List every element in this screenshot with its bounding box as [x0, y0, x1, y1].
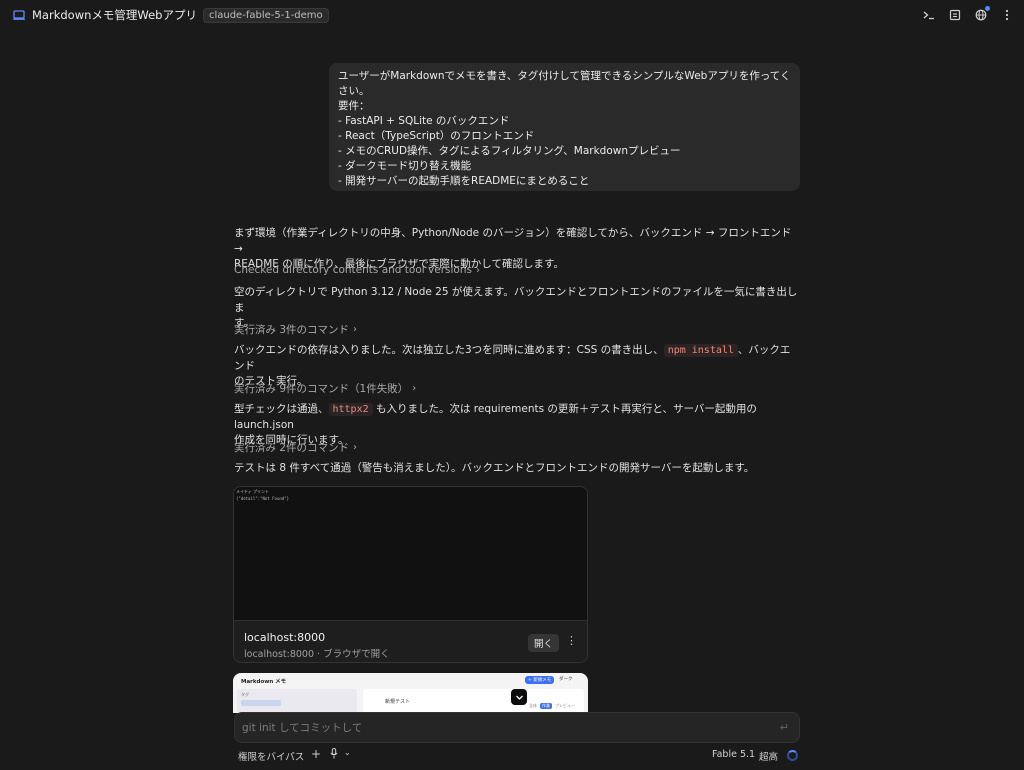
- user-message: ユーザーがMarkdownでメモを書き、タグ付けして管理できるシンプルなWebア…: [329, 63, 800, 191]
- preview-tab-label: メイティ プリント: [236, 489, 269, 494]
- user-message-line: - ダークモード切り替え機能: [338, 160, 472, 172]
- user-message-line: 要件：: [338, 100, 370, 112]
- tool-summary-9-commands[interactable]: 実行済み 9件のコマンド（1件失敗） ›: [234, 381, 416, 396]
- main-title: 新規テスト: [385, 699, 411, 705]
- chip: 全体: [529, 703, 537, 708]
- paragraph-line: まず環境（作業ディレクトリの中身、Python/Node のバージョン）を確認し…: [234, 227, 792, 255]
- sidebar-label: タグ: [241, 692, 249, 697]
- text-span: 型チェックは通過、: [234, 403, 329, 415]
- browser-preview-card[interactable]: メイティ プリント {"detail":"Not Found"} localho…: [233, 486, 588, 663]
- chevron-right-icon: ›: [412, 383, 417, 394]
- permission-mode-button[interactable]: 権限をバイパス: [238, 749, 304, 763]
- page-title: Markdownメモ管理Webアプリ: [32, 8, 197, 22]
- text-span: バックエンドの依存は入りました。次は独立した3つを同時に進めます：CSS の書き…: [234, 344, 664, 356]
- preview-subtitle[interactable]: localhost:8000 · ブラウザで開く: [244, 646, 390, 660]
- assistant-paragraph: テストは 8 件すべて通過（警告も消えました）。バックエンドとフロントエンドの開…: [234, 461, 800, 477]
- chevron-right-icon: ›: [353, 324, 358, 335]
- tool-summary-label: 実行済み 3件のコマンド: [234, 324, 350, 336]
- composer-toolbar: 権限をバイパス + ⌄ Fable 5.1 超高: [234, 747, 800, 764]
- more-icon[interactable]: [1000, 8, 1014, 22]
- prompt-input[interactable]: [235, 713, 765, 742]
- preview-footer: localhost:8000 localhost:8000 · ブラウザで開く …: [234, 620, 587, 662]
- tool-summary-label: Checked directory contents and tool vers…: [234, 264, 472, 276]
- inline-code: npm install: [663, 344, 738, 357]
- loading-spinner-icon: [787, 750, 798, 761]
- user-message-line: - 開発サーバーの起動手順をREADMEにまとめること: [338, 175, 590, 187]
- user-message-line: - メモのCRUD操作、タグによるフィルタリング、Markdownプレビュー: [338, 145, 681, 157]
- tool-summary-label: 実行済み 2件のコマンド: [234, 442, 350, 454]
- user-message-line: さい。: [338, 85, 370, 97]
- globe-icon[interactable]: [974, 6, 990, 22]
- model-selector[interactable]: Fable 5.1: [712, 749, 755, 760]
- new-memo-button: + 新規メモ: [525, 676, 555, 684]
- paragraph-line: テストは 8 件すべて通過（警告も消えました）。バックエンドとフロントエンドの開…: [234, 462, 755, 474]
- browser-preview-card-2[interactable]: Markdown メモ + 新規メモ ダーク タグ 新規テスト 全体 作業 プレ…: [233, 673, 588, 713]
- tool-summary-2-commands[interactable]: 実行済み 2件のコマンド ›: [234, 440, 357, 455]
- inline-code: httpx2: [328, 403, 373, 416]
- tool-summary-label: 実行済み 9件のコマンド（1件失敗）: [234, 383, 409, 395]
- enter-icon[interactable]: ↵: [780, 721, 789, 734]
- paragraph-line: バックエンドの依存は入りました。次は独立した3つを同時に進めます：CSS の書き…: [234, 343, 800, 374]
- chevron-down-icon[interactable]: ⌄: [344, 748, 351, 757]
- plus-icon[interactable]: +: [311, 747, 321, 761]
- notification-dot: [985, 6, 990, 11]
- preview-main: 新規テスト 全体 作業 プレビュー: [363, 689, 584, 713]
- top-bar: Markdownメモ管理Webアプリ claude-fable-5-1-demo: [0, 0, 1024, 30]
- user-message-line: ユーザーがMarkdownでメモを書き、タグ付けして管理できるシンプルなWebア…: [338, 70, 791, 82]
- chevron-right-icon: ›: [475, 264, 480, 276]
- chip-active: 作業: [540, 703, 552, 709]
- user-message-line: - FastAPI + SQLite のバックエンド: [338, 115, 510, 127]
- sidebar-bar: [241, 700, 281, 706]
- microphone-icon[interactable]: [330, 748, 338, 762]
- dark-mode-toggle: ダーク: [559, 677, 573, 682]
- more-icon[interactable]: ⋮: [566, 634, 577, 647]
- app-logo: Markdown メモ: [241, 679, 287, 685]
- panel-icon[interactable]: [948, 8, 962, 22]
- tool-summary-directory[interactable]: Checked directory contents and tool vers…: [234, 264, 480, 276]
- project-tag[interactable]: claude-fable-5-1-demo: [202, 7, 329, 23]
- paragraph-line: 空のディレクトリで Python 3.12 / Node 25 が使えます。バッ…: [234, 286, 798, 314]
- chip: プレビュー: [555, 703, 575, 708]
- preview-sidebar: タグ: [237, 689, 357, 713]
- paragraph-line: 型チェックは通過、 httpx2 も入りました。次は requirements の…: [234, 402, 800, 433]
- terminal-icon[interactable]: [922, 8, 936, 22]
- chevron-right-icon: ›: [353, 442, 358, 453]
- composer: ↵: [234, 712, 800, 743]
- chip-row: 全体 作業 プレビュー: [529, 703, 575, 709]
- user-message-line: - React（TypeScript）のフロントエンド: [338, 130, 535, 142]
- tool-summary-3-commands[interactable]: 実行済み 3件のコマンド ›: [234, 322, 357, 337]
- scroll-down-icon[interactable]: [511, 689, 527, 705]
- laptop-icon: [12, 8, 26, 22]
- preview-title: localhost:8000: [244, 631, 326, 644]
- preview-json: {"detail":"Not Found"}: [236, 496, 289, 501]
- preview-screenshot: メイティ プリント {"detail":"Not Found"}: [234, 487, 587, 620]
- effort-selector[interactable]: 超高: [759, 749, 778, 763]
- open-button[interactable]: 開く: [527, 634, 559, 652]
